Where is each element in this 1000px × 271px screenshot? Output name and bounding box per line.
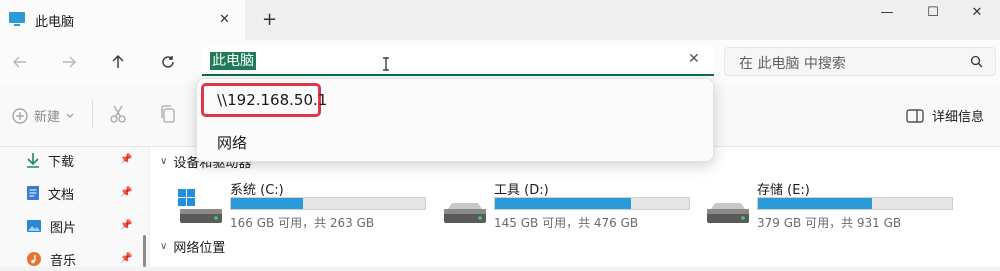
arrow-up-icon — [110, 54, 126, 70]
plus-circle-icon — [12, 107, 28, 124]
drive-name: 存储 (E:) — [757, 183, 810, 198]
details-pane-icon — [906, 108, 924, 123]
close-icon: ✕ — [971, 4, 983, 20]
drive-e[interactable]: 存储 (E:) 379 GB 可用，共 931 GB — [705, 179, 965, 230]
drive-space-info: 145 GB 可用，共 476 GB — [494, 216, 639, 230]
arrow-left-icon — [12, 54, 28, 70]
maximize-icon: ☐ — [927, 4, 939, 20]
sidebar-scrollbar[interactable] — [143, 235, 146, 267]
tab-this-pc[interactable]: 此电脑 ✕ — [0, 0, 245, 40]
suggestion-item-network[interactable]: 网络 — [201, 123, 701, 157]
drive-name: 系统 (C:) — [230, 183, 284, 198]
sidebar-item-documents[interactable]: 文档 — [26, 181, 74, 205]
drive-usage-bar — [757, 197, 953, 210]
sidebar-item-label: 图片 — [50, 220, 77, 236]
drive-name: 工具 (D:) — [494, 183, 549, 198]
new-tab-icon[interactable]: + — [262, 9, 277, 30]
copy-icon[interactable] — [158, 104, 178, 124]
sidebar-item-downloads[interactable]: 下载 — [26, 148, 74, 172]
close-button[interactable]: ✕ — [954, 2, 1000, 22]
drive-d[interactable]: 工具 (D:) 145 GB 可用，共 476 GB — [442, 179, 702, 230]
refresh-icon — [160, 54, 176, 70]
back-button[interactable] — [6, 50, 34, 74]
chevron-down-icon: ∨ — [160, 156, 168, 167]
sidebar-item-label: 下载 — [48, 154, 75, 170]
drive-usage-bar — [230, 197, 426, 210]
forward-button[interactable] — [55, 50, 83, 74]
drive-icon — [442, 189, 488, 225]
search-icon — [970, 55, 983, 68]
new-button-label: 新建 — [34, 110, 61, 125]
details-button[interactable]: 详细信息 — [906, 106, 984, 125]
drive-space-info: 379 GB 可用，共 931 GB — [757, 216, 902, 230]
details-button-label: 详细信息 — [932, 110, 985, 125]
chevron-down-icon — [66, 112, 74, 120]
sidebar-item-music[interactable]: 音乐 — [26, 247, 76, 271]
network-group-label: 网络位置 — [173, 241, 226, 256]
pin-icon: 📌 — [120, 253, 133, 264]
computer-icon — [8, 11, 26, 27]
address-bar[interactable]: 此电脑 ✕ — [202, 47, 714, 76]
drive-c[interactable]: 系统 (C:) 166 GB 可用，共 263 GB — [178, 179, 438, 230]
search-placeholder: 在 此电脑 中搜索 — [739, 56, 846, 72]
address-input-selected-text[interactable]: 此电脑 — [210, 52, 256, 70]
drive-usage-fill — [231, 198, 303, 209]
tab-close-icon[interactable]: ✕ — [219, 12, 230, 27]
drive-usage-fill — [495, 198, 631, 209]
drive-icon — [705, 189, 751, 225]
suggestion-item-ip[interactable]: \\192.168.50.1 — [201, 83, 327, 117]
pin-icon: 📌 — [120, 220, 133, 231]
address-clear-icon[interactable]: ✕ — [688, 51, 700, 67]
minimize-icon: — — [880, 4, 894, 20]
drive-usage-bar — [494, 197, 690, 210]
sidebar-item-pictures[interactable]: 图片 — [26, 214, 76, 238]
network-group-header[interactable]: ∨ 网络位置 — [160, 237, 225, 256]
maximize-button[interactable]: ☐ — [910, 2, 956, 22]
document-icon — [26, 185, 40, 201]
up-button[interactable] — [104, 50, 132, 74]
arrow-right-icon — [61, 54, 77, 70]
search-box[interactable]: 在 此电脑 中搜索 — [724, 47, 996, 76]
chevron-down-icon: ∨ — [160, 241, 168, 252]
download-icon — [26, 152, 40, 168]
sidebar-item-label: 音乐 — [50, 253, 77, 269]
refresh-button[interactable] — [154, 50, 182, 74]
drive-usage-fill — [758, 198, 873, 209]
text-cursor-icon — [382, 57, 390, 71]
tab-title: 此电脑 — [35, 15, 75, 30]
drive-space-info: 166 GB 可用，共 263 GB — [230, 216, 375, 230]
suggestion-label: 网络 — [217, 134, 248, 152]
address-suggestions-dropdown: \\192.168.50.1 网络 — [196, 78, 714, 162]
pin-icon: 📌 — [120, 154, 133, 165]
cut-icon[interactable] — [108, 104, 128, 124]
music-icon — [26, 251, 42, 267]
minimize-button[interactable]: — — [864, 2, 910, 22]
suggestion-label: \\192.168.50.1 — [217, 91, 328, 109]
windows-drive-icon — [178, 189, 224, 225]
new-button[interactable]: 新建 — [12, 106, 74, 125]
toolbar-divider — [92, 100, 93, 128]
picture-icon — [26, 219, 42, 233]
pin-icon: 📌 — [120, 187, 133, 198]
sidebar-item-label: 文档 — [48, 187, 75, 203]
